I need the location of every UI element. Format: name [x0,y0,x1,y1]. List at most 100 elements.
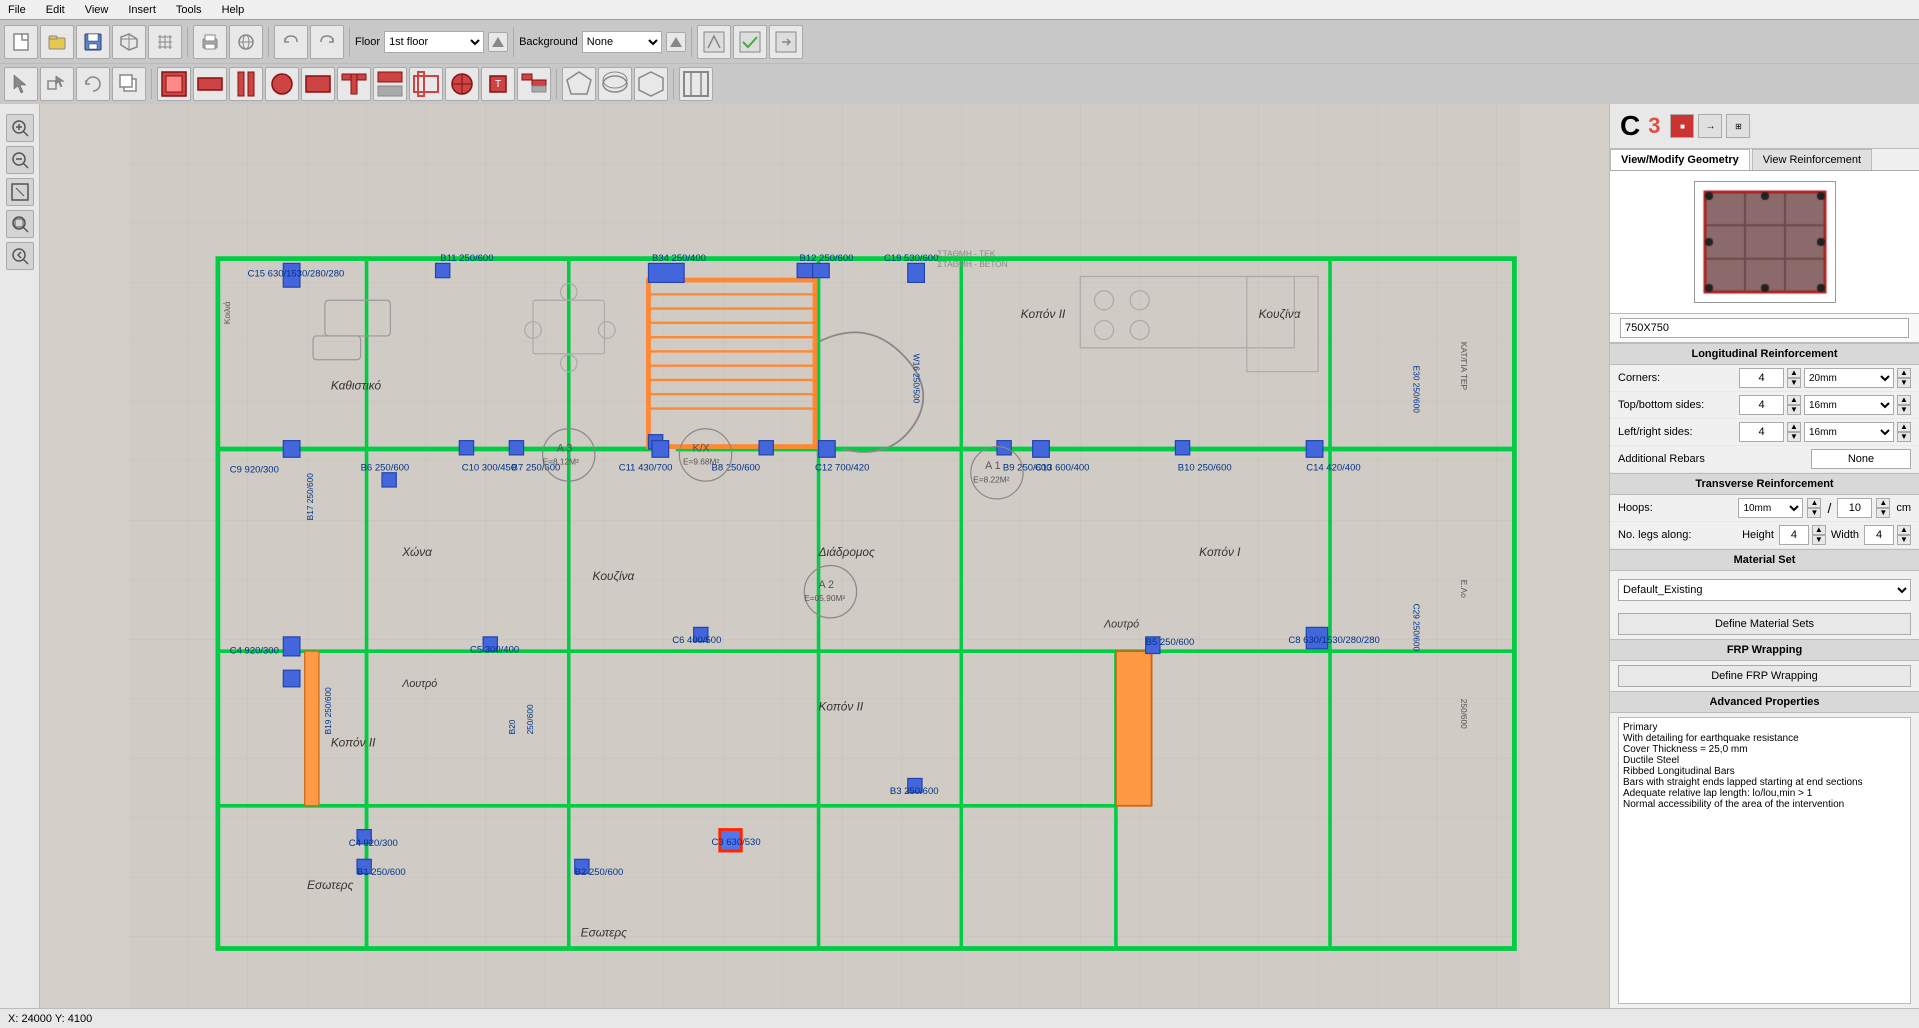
print-button[interactable] [193,25,227,59]
width-up[interactable]: ▲ [1897,525,1911,535]
lr-bar-up[interactable]: ▲ [1897,422,1911,432]
lr-up[interactable]: ▲ [1787,422,1801,432]
svg-text:250/600: 250/600 [525,704,535,734]
draw-slab-btn[interactable] [445,67,479,101]
note-line-5: Ribbed Longitudinal Bars [1623,766,1906,777]
view-check-btn[interactable] [733,25,767,59]
copy-tool[interactable] [112,67,146,101]
corners-bar-down[interactable]: ▼ [1897,378,1911,388]
draw-stair-btn[interactable] [517,67,551,101]
additional-label: Additional Rebars [1618,453,1811,465]
draw-col-btn[interactable] [157,67,191,101]
new-button[interactable] [4,25,38,59]
corners-input[interactable] [1739,368,1784,388]
svg-text:C6 400/500: C6 400/500 [672,635,721,646]
lr-bar-down[interactable]: ▼ [1897,432,1911,442]
corners-up[interactable]: ▲ [1787,368,1801,378]
menu-help[interactable]: Help [218,4,249,16]
background-settings[interactable] [666,32,686,52]
draw-composite-btn[interactable] [409,67,443,101]
redo-button[interactable] [310,25,344,59]
shell-tool[interactable] [598,67,632,101]
lr-down[interactable]: ▼ [1787,432,1801,442]
hoops-diam-up[interactable]: ▲ [1807,498,1821,508]
left-right-input[interactable] [1739,422,1784,442]
top-bottom-input[interactable] [1739,395,1784,415]
grid-button[interactable] [148,25,182,59]
hoops-diam-down[interactable]: ▼ [1807,508,1821,518]
zoom-in-button[interactable] [6,114,34,142]
3d-button[interactable] [112,25,146,59]
draw-T-btn[interactable] [337,67,371,101]
define-material-btn[interactable]: Define Material Sets [1618,613,1911,635]
hoops-spacing-up[interactable]: ▲ [1876,498,1890,508]
rotate-tool[interactable] [76,67,110,101]
canvas-area[interactable]: C15 630/1530/280/280 B11 250/600 B34 250… [40,104,1609,1008]
node-select-tool[interactable] [40,67,74,101]
col-icon-dim[interactable]: ⊞ [1726,114,1750,138]
height-up[interactable]: ▲ [1812,525,1826,535]
height-down[interactable]: ▼ [1812,535,1826,545]
tb-bar-up[interactable]: ▲ [1897,395,1911,405]
floor-plan-svg[interactable]: C15 630/1530/280/280 B11 250/600 B34 250… [40,104,1609,1008]
draw-rect-btn[interactable] [301,67,335,101]
right-panel: C 3 ■ → ⊞ View/Modify Geometry View Rein… [1609,104,1919,1008]
longitudinal-header: Longitudinal Reinforcement [1610,343,1919,365]
tb-bar-down[interactable]: ▼ [1897,405,1911,415]
top-bottom-label: Top/bottom sides: [1618,399,1739,411]
col-icon-arrow[interactable]: → [1698,114,1722,138]
view-3d-btn[interactable] [697,25,731,59]
left-right-bar-select[interactable]: 16mm12mm20mm25mm [1804,422,1894,442]
poly-tool[interactable] [562,67,596,101]
frame-tool[interactable] [679,67,713,101]
tab-geometry[interactable]: View/Modify Geometry [1610,149,1750,170]
view-export-btn[interactable] [769,25,803,59]
floor-settings[interactable] [488,32,508,52]
corners-label: Corners: [1618,372,1739,384]
svg-text:Εσωτερς: Εσωτερς [581,926,628,940]
zoom-fit-button[interactable] [6,178,34,206]
zoom-window-button[interactable] [6,210,34,238]
background-select[interactable]: None Bitmap DXF [582,31,662,53]
tab-reinforcement[interactable]: View Reinforcement [1752,149,1872,170]
floor-select[interactable]: 1st floor 2nd floor 3rd floor Basement [384,31,484,53]
sep4 [513,27,514,57]
top-bottom-bar-select[interactable]: 16mm12mm20mm25mm [1804,395,1894,415]
zoom-out-button[interactable] [6,146,34,174]
open-button[interactable] [40,25,74,59]
material-select[interactable]: Default_Existing Default_New [1618,579,1911,601]
menu-file[interactable]: File [4,4,30,16]
define-frp-btn[interactable]: Define FRP Wrapping [1618,665,1911,687]
draw-circle-btn[interactable] [265,67,299,101]
width-down[interactable]: ▼ [1897,535,1911,545]
menu-tools[interactable]: Tools [172,4,206,16]
draw-line-btn[interactable] [373,67,407,101]
additional-input[interactable] [1811,449,1911,469]
top-bottom-down[interactable]: ▼ [1787,405,1801,415]
col-icon-red[interactable]: ■ [1670,114,1694,138]
top-bottom-up[interactable]: ▲ [1787,395,1801,405]
advanced-header: Advanced Properties [1610,691,1919,713]
width-input[interactable] [1864,525,1894,545]
corners-bar-up[interactable]: ▲ [1897,368,1911,378]
draw-opening-btn[interactable]: T [481,67,515,101]
mass-tool[interactable] [634,67,668,101]
corners-bar-select[interactable]: 20mm16mm12mm25mm [1804,368,1894,388]
draw-wall-btn[interactable] [229,67,263,101]
corners-down[interactable]: ▼ [1787,378,1801,388]
menu-edit[interactable]: Edit [42,4,69,16]
export-button[interactable] [229,25,263,59]
select-tool[interactable] [4,67,38,101]
menu-insert[interactable]: Insert [124,4,160,16]
hoops-spacing-input[interactable] [1837,498,1872,518]
additional-value [1811,449,1911,469]
draw-beam-btn[interactable] [193,67,227,101]
save-button[interactable] [76,25,110,59]
undo-button[interactable] [274,25,308,59]
dimensions-input[interactable] [1620,318,1909,338]
zoom-prev-button[interactable] [6,242,34,270]
hoops-diam-select[interactable]: 10mm8mm12mm [1738,498,1803,518]
height-input[interactable] [1779,525,1809,545]
menu-view[interactable]: View [81,4,113,16]
hoops-spacing-down[interactable]: ▼ [1876,508,1890,518]
